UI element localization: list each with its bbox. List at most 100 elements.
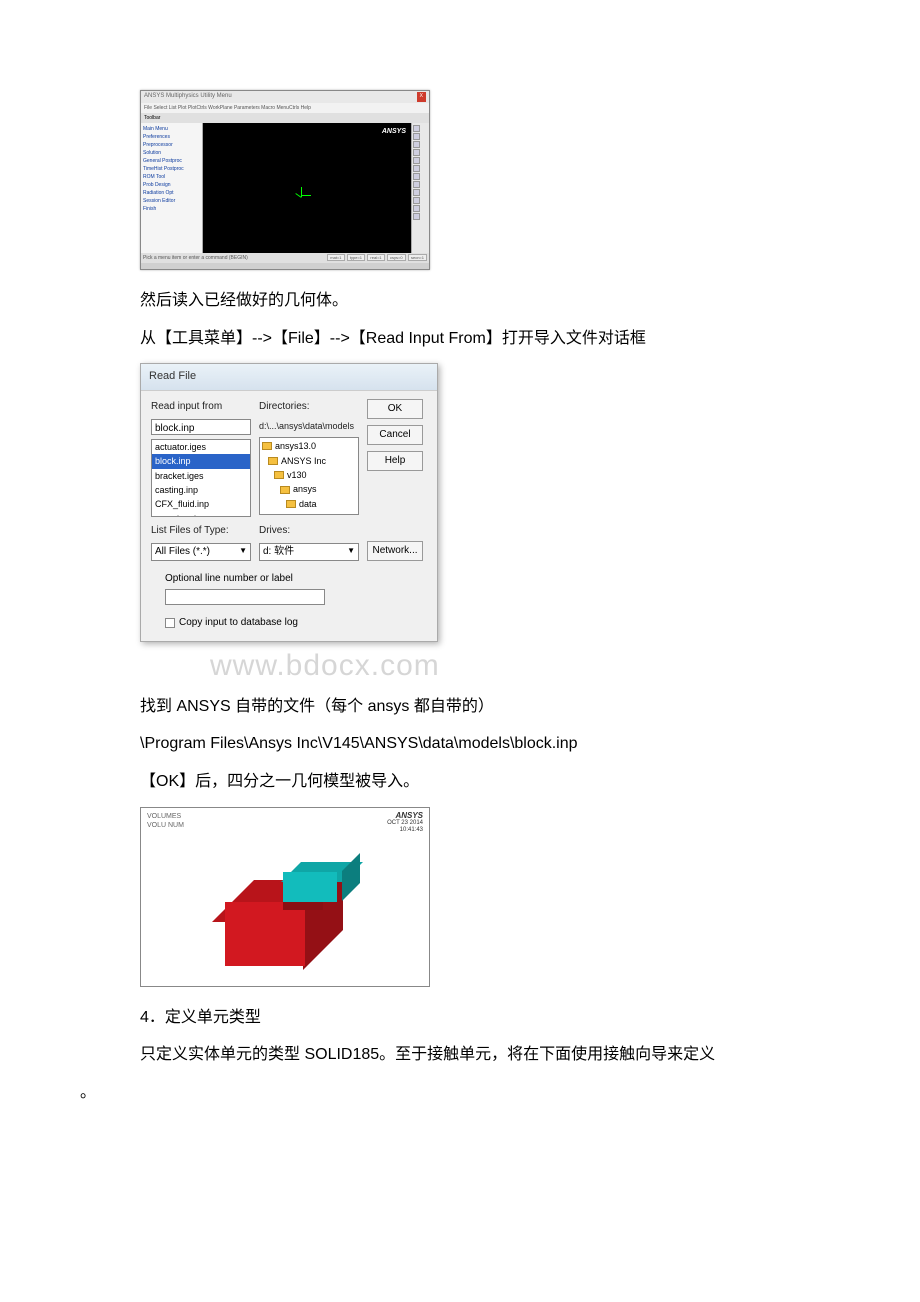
logo-text: ANSYS [387,812,423,821]
view-icon[interactable] [413,149,420,156]
optional-line-label: Optional line number or label [165,571,427,587]
tree-item[interactable]: Session Editor [143,197,200,205]
watermark: www.bdocx.com [210,642,920,690]
folder-icon [262,442,272,450]
dir-label: data [299,497,317,511]
viewport-label: VOLUMES VOLU NUM [147,812,184,830]
select-value: d: 软件 [263,544,294,560]
view-icon[interactable] [413,133,420,140]
dir-item[interactable]: ansys13.0 [261,439,357,453]
help-button[interactable]: Help [367,451,423,471]
dir-item[interactable]: ANSYS Inc [267,454,357,468]
copy-checkbox-label: Copy input to database log [179,615,298,631]
folder-icon [280,486,290,494]
tree-item[interactable]: Preprocessor [143,141,200,149]
view-icon[interactable] [413,125,420,132]
window-titlebar: ANSYS Multiphysics Utility Menu X [141,91,429,103]
tree-item[interactable]: Main Menu [143,125,200,133]
directories-label: Directories: [259,399,359,415]
window-body: Main Menu Preferences Preprocessor Solut… [141,123,429,253]
dir-label: ansys [293,482,317,496]
body-text: 找到 ANSYS 自带的文件（每个 ansys 都自带的） [140,694,840,720]
status-badge[interactable]: type=1 [347,254,365,261]
view-icon[interactable] [413,173,420,180]
file-list[interactable]: actuator.iges block.inp bracket.iges cas… [151,439,251,517]
copy-checkbox-row[interactable]: Copy input to database log [165,615,427,631]
dir-item[interactable]: v130 [273,468,357,482]
ansys-logo: ANSYS OCT 23 2014 10:41:43 [387,812,423,834]
status-badge[interactable]: csys=0 [387,254,406,261]
ansys-logo: ANSYS [382,126,406,137]
filename-input[interactable]: block.inp [151,419,251,435]
dir-item[interactable]: models [291,511,357,515]
body-text: 然后读入已经做好的几何体。 [140,288,840,314]
dir-label: models [305,511,334,515]
view-controls[interactable] [411,123,429,253]
view-icon[interactable] [413,213,420,220]
list-item[interactable]: CFX_fluid.inp [152,497,250,511]
folder-icon [268,457,278,465]
tree-item[interactable]: Finish [143,205,200,213]
model-viewport: VOLUMES VOLU NUM ANSYS OCT 23 2014 10:41… [140,807,430,987]
view-icon[interactable] [413,157,420,164]
list-item[interactable]: actuator.iges [152,440,250,454]
dir-label: v130 [287,468,307,482]
view-icon[interactable] [413,197,420,204]
ok-button[interactable]: OK [367,399,423,419]
dir-item[interactable]: data [285,497,357,511]
dialog-title: Read File [141,364,437,391]
directory-tree[interactable]: ansys13.0 ANSYS Inc v130 ansys data mode… [259,437,359,515]
status-text: Pick a menu item or enter a command (BEG… [143,254,248,262]
status-buttons: mat=1 type=1 real=1 csys=0 secn=1 [326,254,427,262]
folder-icon [274,471,284,479]
dir-item[interactable]: ansys [279,482,357,496]
list-item[interactable]: block.inp [152,454,250,468]
read-file-dialog: Read File Read input from block.inp actu… [140,363,438,642]
view-icon[interactable] [413,181,420,188]
body-text: 。 [80,1080,840,1106]
dir-label: ANSYS Inc [281,454,326,468]
toolbar[interactable]: Toolbar [141,113,429,123]
body-text: 【OK】后，四分之一几何模型被导入。 [140,769,840,795]
status-badge[interactable]: real=1 [367,254,384,261]
body-text-span: 只定义实体单元的类型 SOLID185。至于接触单元，将在下面使用接触向导来定义 [140,1046,715,1063]
view-icon[interactable] [413,141,420,148]
file-type-select[interactable]: All Files (*.*)▼ [151,543,251,561]
folder-icon [292,514,302,515]
list-item[interactable]: container.inp [152,512,250,517]
tree-item[interactable]: Prob Design [143,181,200,189]
body-text: 只定义实体单元的类型 SOLID185。至于接触单元，将在下面使用接触向导来定义 [140,1042,840,1068]
view-icon[interactable] [413,205,420,212]
status-badge[interactable]: secn=1 [408,254,427,261]
window-title: ANSYS Multiphysics Utility Menu [144,92,232,102]
graphics-viewport[interactable]: ANSYS [203,123,411,253]
dir-label: ansys13.0 [275,439,316,453]
view-icon[interactable] [413,189,420,196]
select-value: All Files (*.*) [155,544,210,560]
drive-select[interactable]: d: 软件▼ [259,543,359,561]
list-type-label: List Files of Type: [151,523,251,539]
model-geometry-icon [205,842,365,972]
tree-item[interactable]: Preferences [143,133,200,141]
tree-item[interactable]: ROM Tool [143,173,200,181]
view-icon[interactable] [413,165,420,172]
cancel-button[interactable]: Cancel [367,425,423,445]
close-icon[interactable]: X [417,92,426,102]
body-text: 从【工具菜单】-->【File】-->【Read Input From】打开导入… [140,326,840,352]
directories-path: d:\...\ansys\data\models [259,419,359,433]
status-badge[interactable]: mat=1 [327,254,344,261]
tree-item[interactable]: Solution [143,149,200,157]
list-item[interactable]: bracket.iges [152,469,250,483]
tree-item[interactable]: General Postproc [143,157,200,165]
viewport-date: OCT 23 2014 [387,820,423,827]
optional-line-input[interactable] [165,589,325,605]
main-menu-tree[interactable]: Main Menu Preferences Preprocessor Solut… [141,123,203,253]
tree-item[interactable]: TimeHist Postproc [143,165,200,173]
viewport-label-2: VOLU NUM [147,821,184,830]
menubar[interactable]: File Select List Plot PlotCtrls WorkPlan… [141,103,429,113]
network-button[interactable]: Network... [367,541,423,561]
list-item[interactable]: casting.inp [152,483,250,497]
tree-item[interactable]: Radiation Opt [143,189,200,197]
drives-label: Drives: [259,523,359,539]
checkbox-icon[interactable] [165,618,175,628]
